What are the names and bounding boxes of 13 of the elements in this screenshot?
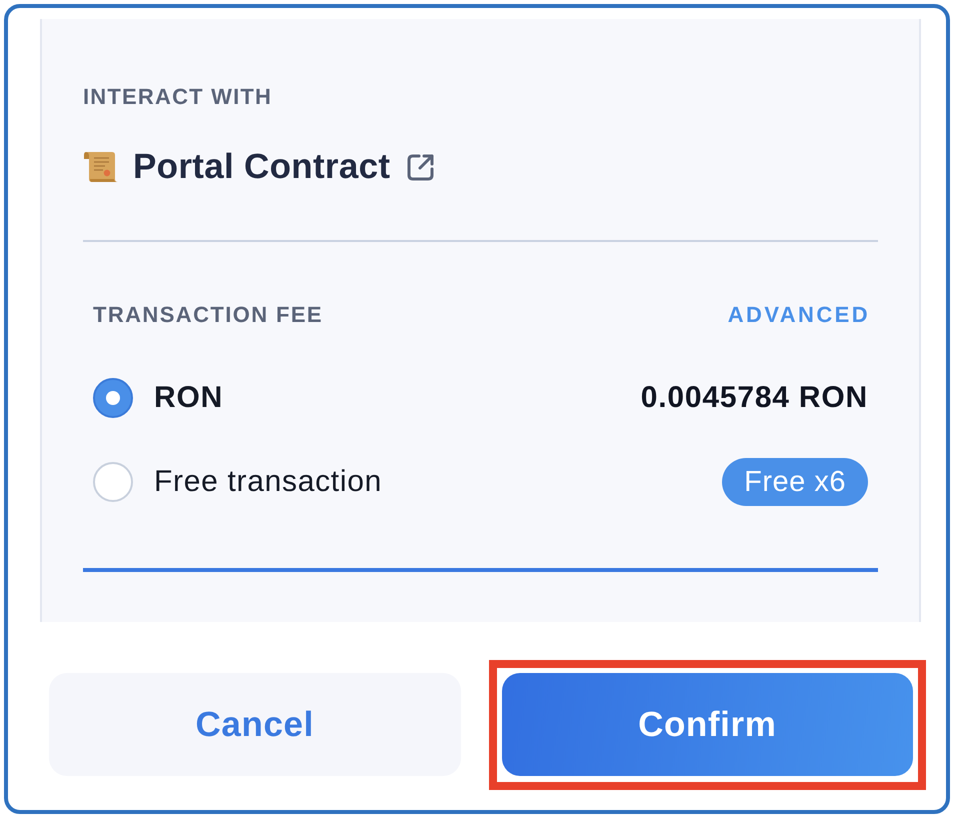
cancel-button[interactable]: Cancel xyxy=(49,673,460,776)
free-count-badge: Free x6 xyxy=(722,458,868,506)
radio-button[interactable] xyxy=(93,378,133,418)
contract-name: Portal Contract xyxy=(133,146,390,188)
section-label: TRANSACTION FEE xyxy=(93,302,323,328)
section-label: INTERACT WITH xyxy=(83,84,272,110)
fee-option-label: Free transaction xyxy=(154,464,382,500)
fee-option-label: RON xyxy=(154,380,224,416)
fee-amount: 0.0045784 RON xyxy=(640,380,868,416)
external-link-icon[interactable] xyxy=(406,152,436,182)
advanced-link[interactable]: ADVANCED xyxy=(728,302,870,328)
scroll-icon xyxy=(83,149,119,185)
confirm-button[interactable]: Confirm xyxy=(502,673,913,776)
